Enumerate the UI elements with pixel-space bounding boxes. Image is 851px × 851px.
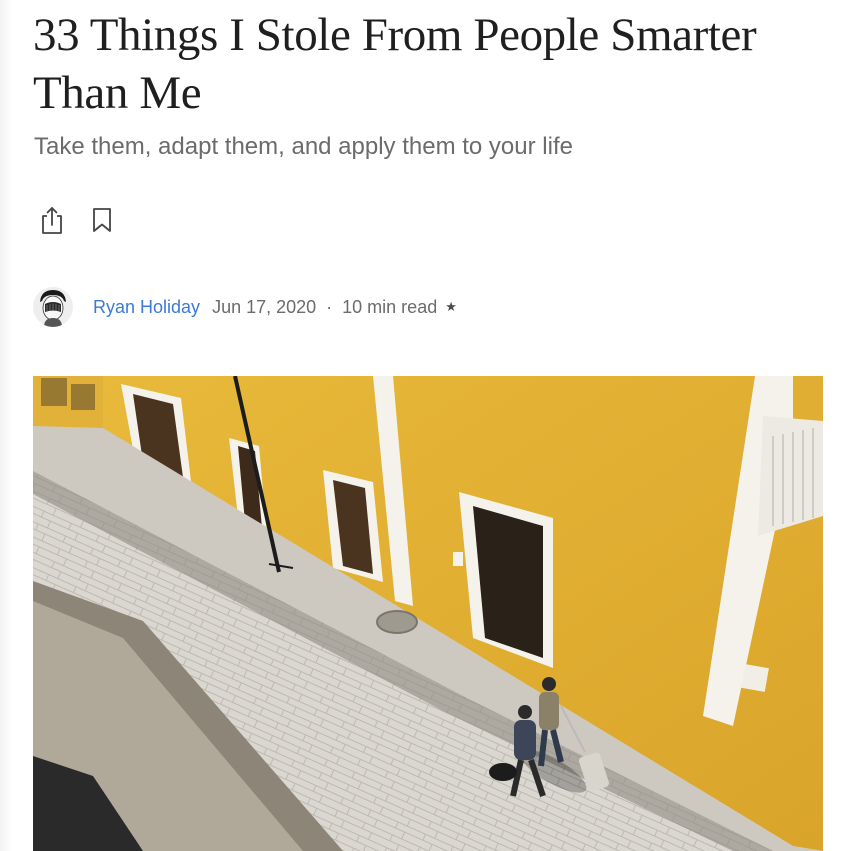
avatar-image	[33, 287, 73, 327]
publish-date: Jun 17, 2020	[212, 296, 317, 317]
bookmark-icon	[93, 208, 111, 232]
read-time: 10 min read	[342, 296, 438, 317]
author-name-link[interactable]: Ryan Holiday	[93, 297, 200, 318]
byline: Ryan Holiday Jun 17, 2020 · 10 min read …	[33, 285, 457, 329]
share-icon	[42, 207, 62, 234]
share-button[interactable]	[38, 205, 66, 235]
article-actions	[38, 205, 116, 235]
hero-photo-street-scene	[33, 376, 823, 851]
bookmark-button[interactable]	[88, 205, 116, 235]
left-rail	[0, 0, 12, 851]
member-star-icon: ★	[445, 299, 457, 314]
article-subtitle: Take them, adapt them, and apply them to…	[34, 133, 573, 160]
author-avatar[interactable]	[33, 287, 73, 327]
article-title: 33 Things I Stole From People Smarter Th…	[33, 9, 757, 119]
hero-image[interactable]	[33, 376, 823, 851]
byline-separator: ·	[326, 296, 333, 317]
